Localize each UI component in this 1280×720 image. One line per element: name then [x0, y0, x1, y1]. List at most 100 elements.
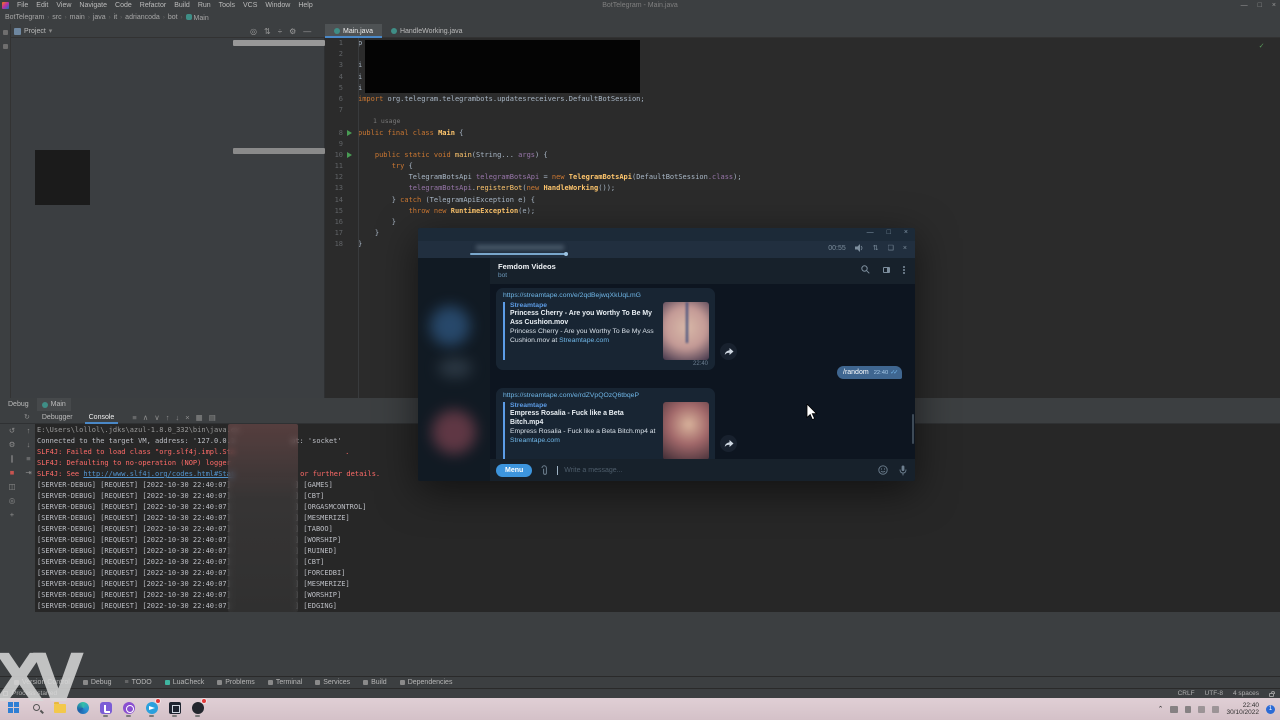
- project-panel-header[interactable]: Project ▾: [14, 24, 52, 38]
- menu-item-refactor[interactable]: Refactor: [136, 2, 170, 9]
- tab-console[interactable]: Console: [85, 411, 119, 424]
- chat-list-sidebar[interactable]: [418, 258, 490, 481]
- incoming-message[interactable]: https://streamtape.com/e/2qdBejwqXkUqLmG…: [496, 288, 715, 370]
- chat-scrollbar[interactable]: [912, 414, 914, 444]
- close-icon[interactable]: ×: [904, 229, 908, 236]
- tool-window-button-todo[interactable]: ≡TODO: [125, 679, 152, 686]
- menu-item-code[interactable]: Code: [111, 2, 136, 9]
- message-link[interactable]: https://streamtape.com/e/2qdBejwqXkUqLmG: [503, 292, 709, 299]
- taskbar-search-icon[interactable]: [29, 700, 44, 715]
- taskbar-edge-icon[interactable]: [75, 700, 90, 715]
- maximize-icon[interactable]: □: [887, 229, 891, 236]
- pause-icon[interactable]: ∥: [10, 454, 14, 463]
- audio-progress-bar[interactable]: [470, 253, 566, 255]
- forward-button[interactable]: [720, 435, 737, 452]
- grid-icon[interactable]: ▦: [196, 413, 203, 422]
- down-icon[interactable]: ↓: [175, 413, 179, 422]
- breadcrumb-item-bot[interactable]: bot: [168, 14, 178, 21]
- tab-debugger[interactable]: Debugger: [38, 411, 77, 424]
- incoming-message[interactable]: https://streamtape.com/e/rdZVpQOzQ6tbqeP…: [496, 388, 715, 470]
- close-icon[interactable]: ×: [1272, 2, 1276, 9]
- preview-description-link[interactable]: Streamtape.com: [510, 437, 560, 444]
- clock[interactable]: 22:40 30/10/2022: [1226, 702, 1259, 716]
- tool-window-button-dependencies[interactable]: Dependencies: [400, 679, 453, 686]
- up-icon[interactable]: ↑: [166, 413, 170, 422]
- telegram-titlebar[interactable]: — □ ×: [418, 228, 915, 241]
- preview-description-link[interactable]: Streamtape.com: [559, 337, 609, 344]
- taskbar-file-explorer-icon[interactable]: [52, 700, 67, 715]
- network-icon[interactable]: [1198, 706, 1205, 713]
- soft-wrap-icon[interactable]: ≡: [26, 454, 30, 463]
- message-link[interactable]: https://streamtape.com/e/rdZVpQOzQ6tbqeP: [503, 392, 709, 399]
- mic-icon[interactable]: [899, 465, 907, 476]
- breadcrumb-item-main[interactable]: main: [70, 14, 85, 21]
- update-icon[interactable]: [1185, 706, 1191, 713]
- hide-icon[interactable]: —: [303, 27, 311, 36]
- message-list[interactable]: https://streamtape.com/e/2qdBejwqXkUqLmG…: [490, 284, 915, 459]
- encoding-indicator[interactable]: UTF-8: [1205, 690, 1223, 697]
- search-icon[interactable]: [861, 265, 870, 274]
- scroll-end-icon[interactable]: ⇥: [25, 468, 31, 477]
- tray-expand-icon[interactable]: ⌃: [1158, 705, 1164, 713]
- console-link[interactable]: http://www.slf4j.org/codes.html#Stat: [83, 470, 235, 478]
- preview-thumbnail[interactable]: [663, 402, 709, 460]
- inspection-ok-icon[interactable]: ✓: [1259, 41, 1264, 50]
- gear-icon[interactable]: ◎: [9, 496, 16, 505]
- sidebar-toggle-icon[interactable]: [883, 267, 890, 273]
- stop-icon[interactable]: ■: [10, 468, 15, 477]
- print-icon[interactable]: ▤: [209, 413, 216, 422]
- audio-player-bar[interactable]: 00:55 ⇅ ❏ ×: [418, 241, 915, 258]
- menu-item-edit[interactable]: Edit: [32, 2, 52, 9]
- to-bottom-icon[interactable]: ∨: [154, 413, 160, 422]
- breadcrumb-item-java[interactable]: java: [93, 14, 106, 21]
- indent-indicator[interactable]: 4 spaces: [1233, 690, 1259, 697]
- onedrive-icon[interactable]: [1170, 706, 1178, 713]
- bot-menu-button[interactable]: Menu: [496, 464, 532, 477]
- menu-item-help[interactable]: Help: [294, 2, 316, 9]
- clear-icon[interactable]: ×: [185, 413, 189, 422]
- breadcrumb-item-src[interactable]: src: [52, 14, 61, 21]
- tool-window-button-problems[interactable]: Problems: [217, 679, 255, 686]
- project-stripe-icon[interactable]: [3, 30, 8, 35]
- pin-player-icon[interactable]: ❏: [888, 244, 894, 252]
- taskbar-start-icon[interactable]: [6, 700, 21, 715]
- notification-badge[interactable]: 1: [1266, 705, 1275, 714]
- menu-item-file[interactable]: File: [13, 2, 32, 9]
- run-gutter-icon[interactable]: [347, 130, 352, 136]
- project-panel[interactable]: [11, 38, 325, 398]
- menu-item-window[interactable]: Window: [261, 2, 294, 9]
- volume-icon[interactable]: [855, 244, 864, 252]
- collapse-all-icon[interactable]: ÷: [278, 27, 282, 36]
- structure-stripe-icon[interactable]: [3, 44, 8, 49]
- taskbar-media-app-icon[interactable]: [98, 700, 113, 715]
- volume-icon[interactable]: [1212, 706, 1219, 713]
- run-gutter-icon[interactable]: [347, 152, 352, 158]
- breadcrumb-item-adriancoda[interactable]: adriancoda: [125, 14, 160, 21]
- menu-item-navigate[interactable]: Navigate: [75, 2, 111, 9]
- tool-window-button-build[interactable]: Build: [363, 679, 387, 686]
- tool-window-button-debug[interactable]: Debug: [83, 679, 112, 686]
- message-input[interactable]: Write a message...: [564, 467, 622, 474]
- menu-item-vcs[interactable]: VCS: [239, 2, 261, 9]
- menu-item-run[interactable]: Run: [194, 2, 215, 9]
- outgoing-message[interactable]: /random22:40✓✓: [837, 366, 902, 379]
- pin-icon[interactable]: +: [10, 510, 14, 519]
- maximize-icon[interactable]: □: [1258, 2, 1262, 9]
- tool-window-button-version-control[interactable]: Version Control: [14, 679, 70, 686]
- breadcrumb-item-bottelegram[interactable]: BotTelegram: [5, 14, 44, 21]
- minimize-icon[interactable]: —: [1241, 2, 1248, 9]
- restart-icon[interactable]: ↻: [24, 413, 30, 421]
- attach-icon[interactable]: [540, 465, 549, 476]
- emoji-icon[interactable]: [878, 465, 888, 475]
- menu-item-view[interactable]: View: [52, 2, 75, 9]
- chat-header[interactable]: Femdom Videos bot: [490, 258, 915, 284]
- debug-session-tab[interactable]: Main: [37, 398, 71, 411]
- frame-icon[interactable]: ◫: [8, 482, 15, 491]
- tool-window-button-terminal[interactable]: Terminal: [268, 679, 302, 686]
- settings-icon[interactable]: ⚙: [289, 27, 296, 36]
- tool-window-button-luacheck[interactable]: LuaCheck: [165, 679, 205, 686]
- menu-item-build[interactable]: Build: [170, 2, 194, 9]
- preview-thumbnail[interactable]: [663, 302, 709, 360]
- more-icon[interactable]: [903, 266, 905, 268]
- lock-icon[interactable]: [1269, 693, 1274, 697]
